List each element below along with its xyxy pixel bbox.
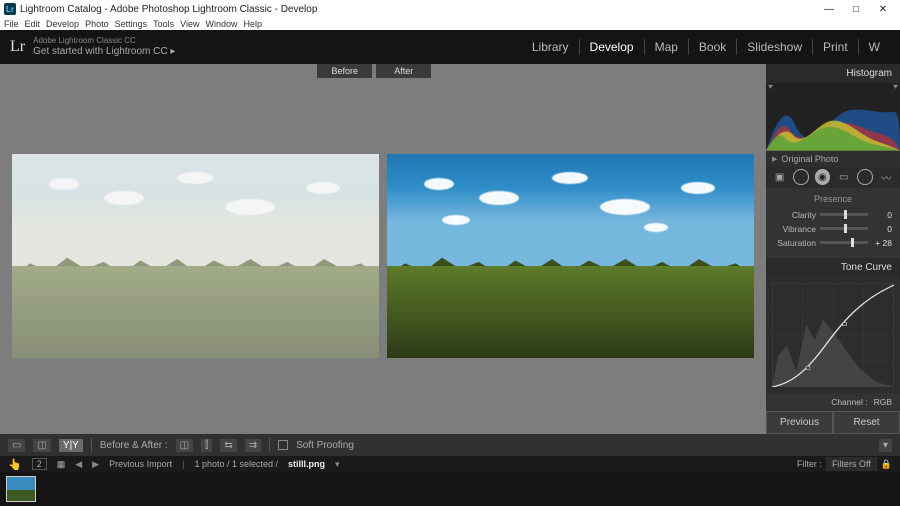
histogram-header[interactable]: Histogram [766, 64, 900, 83]
module-print[interactable]: Print [813, 40, 858, 54]
before-tab: Before [317, 64, 372, 78]
menu-help[interactable]: Help [244, 19, 263, 29]
menu-window[interactable]: Window [206, 19, 238, 29]
window-titlebar: Lr Lightroom Catalog - Adobe Photoshop L… [0, 0, 900, 18]
canvas-toolbar: ▭ ◫ Y|Y Before & After : ◫ ⫿ ⇆ ⇉ Soft Pr… [0, 434, 900, 456]
spot-removal-tool-icon[interactable] [793, 169, 808, 185]
previous-reset-row: Previous Reset [766, 411, 900, 434]
radial-filter-tool-icon[interactable] [857, 169, 872, 185]
after-photo-slot[interactable] [387, 90, 754, 422]
module-slideshow[interactable]: Slideshow [737, 40, 812, 54]
module-bar: Lr Adobe Lightroom Classic CC Get starte… [0, 30, 900, 64]
after-photo [387, 154, 754, 358]
local-adjust-toolbar: ▣ ◉ ▭ 〰 [766, 167, 900, 188]
filmstrip[interactable] [0, 472, 900, 506]
current-filename: stilll.png [288, 459, 325, 469]
brush-tool-icon[interactable]: 〰 [879, 169, 894, 185]
ba-swap-button[interactable]: ⇆ [220, 439, 236, 452]
nav-forward-icon[interactable]: ▶ [92, 459, 99, 470]
nav-back-icon[interactable]: ◀ [75, 459, 82, 470]
menu-edit[interactable]: Edit [25, 19, 41, 29]
split-view-button[interactable]: ◫ [33, 439, 50, 452]
histogram[interactable] [766, 83, 900, 151]
after-tab: After [376, 64, 431, 78]
filmstrip-thumbnail[interactable] [6, 476, 36, 502]
channel-selector[interactable]: Channel : RGB [766, 393, 900, 411]
reset-button[interactable]: Reset [833, 411, 900, 434]
original-photo-label: Original Photo [781, 154, 838, 164]
before-after-label: Before & After : [100, 440, 168, 451]
ba-layout-2-button[interactable]: ⫿ [201, 439, 212, 452]
menu-tools[interactable]: Tools [153, 19, 174, 29]
loupe-view-button[interactable]: ▭ [8, 439, 25, 452]
module-develop[interactable]: Develop [580, 40, 644, 54]
clarity-slider[interactable]: Clarity 0 [774, 208, 892, 222]
vibrance-slider[interactable]: Vibrance 0 [774, 222, 892, 236]
tone-curve-graph[interactable] [766, 277, 900, 393]
original-photo-row[interactable]: ▶ Original Photo [766, 151, 900, 167]
filters-off-button[interactable]: Filters Off [826, 457, 877, 471]
branding-line1: Adobe Lightroom Classic CC [33, 37, 175, 46]
grid-toggle-icon[interactable]: ▦ [57, 459, 66, 470]
module-web[interactable]: W [859, 40, 890, 54]
menu-photo[interactable]: Photo [85, 19, 109, 29]
channel-value: RGB [874, 397, 892, 407]
graduated-filter-tool-icon[interactable]: ▭ [836, 169, 851, 185]
lightroom-logo: Lr [10, 38, 25, 56]
second-monitor-icon[interactable]: 👆 [8, 458, 22, 471]
menu-view[interactable]: View [180, 19, 199, 29]
previous-button[interactable]: Previous [766, 411, 833, 434]
ba-copy-button[interactable]: ⇉ [245, 439, 261, 452]
redeye-tool-icon[interactable]: ◉ [815, 169, 830, 185]
before-photo-slot[interactable] [12, 90, 379, 422]
module-book[interactable]: Book [689, 40, 736, 54]
window-close-button[interactable]: ✕ [870, 1, 896, 17]
source-label[interactable]: Previous Import [109, 459, 172, 469]
crop-tool-icon[interactable]: ▣ [772, 169, 787, 185]
menu-bar: File Edit Develop Photo Settings Tools V… [0, 18, 900, 30]
lightroom-branding: Lr Adobe Lightroom Classic CC Get starte… [10, 37, 175, 57]
presence-title: Presence [774, 194, 892, 204]
lightroom-app-icon: Lr [4, 3, 16, 15]
channel-label: Channel : [831, 397, 867, 407]
saturation-slider[interactable]: Saturation + 28 [774, 236, 892, 250]
module-map[interactable]: Map [645, 40, 688, 54]
selection-count: 1 photo / 1 selected / [194, 459, 278, 469]
toolbar-menu-button[interactable]: ▾ [879, 439, 892, 452]
menu-file[interactable]: File [4, 19, 19, 29]
main-area: Before After [0, 64, 900, 434]
tone-curve-header[interactable]: Tone Curve [766, 258, 900, 277]
second-window-button[interactable]: 2 [32, 458, 47, 470]
filmstrip-header: 👆 2 ▦ ◀ ▶ Previous Import | 1 photo / 1 … [0, 456, 900, 472]
filter-lock-icon[interactable]: 🔒 [881, 459, 892, 470]
window-title: Lightroom Catalog - Adobe Photoshop Ligh… [20, 4, 317, 15]
window-minimize-button[interactable]: — [816, 1, 842, 17]
triangle-right-icon: ▶ [772, 155, 777, 163]
menu-develop[interactable]: Develop [46, 19, 79, 29]
soft-proof-checkbox[interactable] [278, 440, 288, 450]
module-library[interactable]: Library [522, 40, 579, 54]
menu-settings[interactable]: Settings [115, 19, 148, 29]
branding-line2[interactable]: Get started with Lightroom CC ▸ [33, 46, 175, 57]
compare-view-button[interactable]: Y|Y [59, 439, 83, 452]
presence-panel: Presence Clarity 0 Vibrance 0 Saturation… [766, 188, 900, 258]
canvas-area: Before After [0, 64, 766, 434]
right-panel: Histogram ▶ Original Photo ▣ ◉ ▭ 〰 Prese [766, 64, 900, 434]
window-maximize-button[interactable]: □ [843, 1, 869, 17]
before-photo [12, 154, 379, 358]
filter-label: Filter : [797, 459, 822, 469]
ba-layout-1-button[interactable]: ◫ [176, 439, 193, 452]
soft-proof-label: Soft Proofing [296, 440, 354, 451]
